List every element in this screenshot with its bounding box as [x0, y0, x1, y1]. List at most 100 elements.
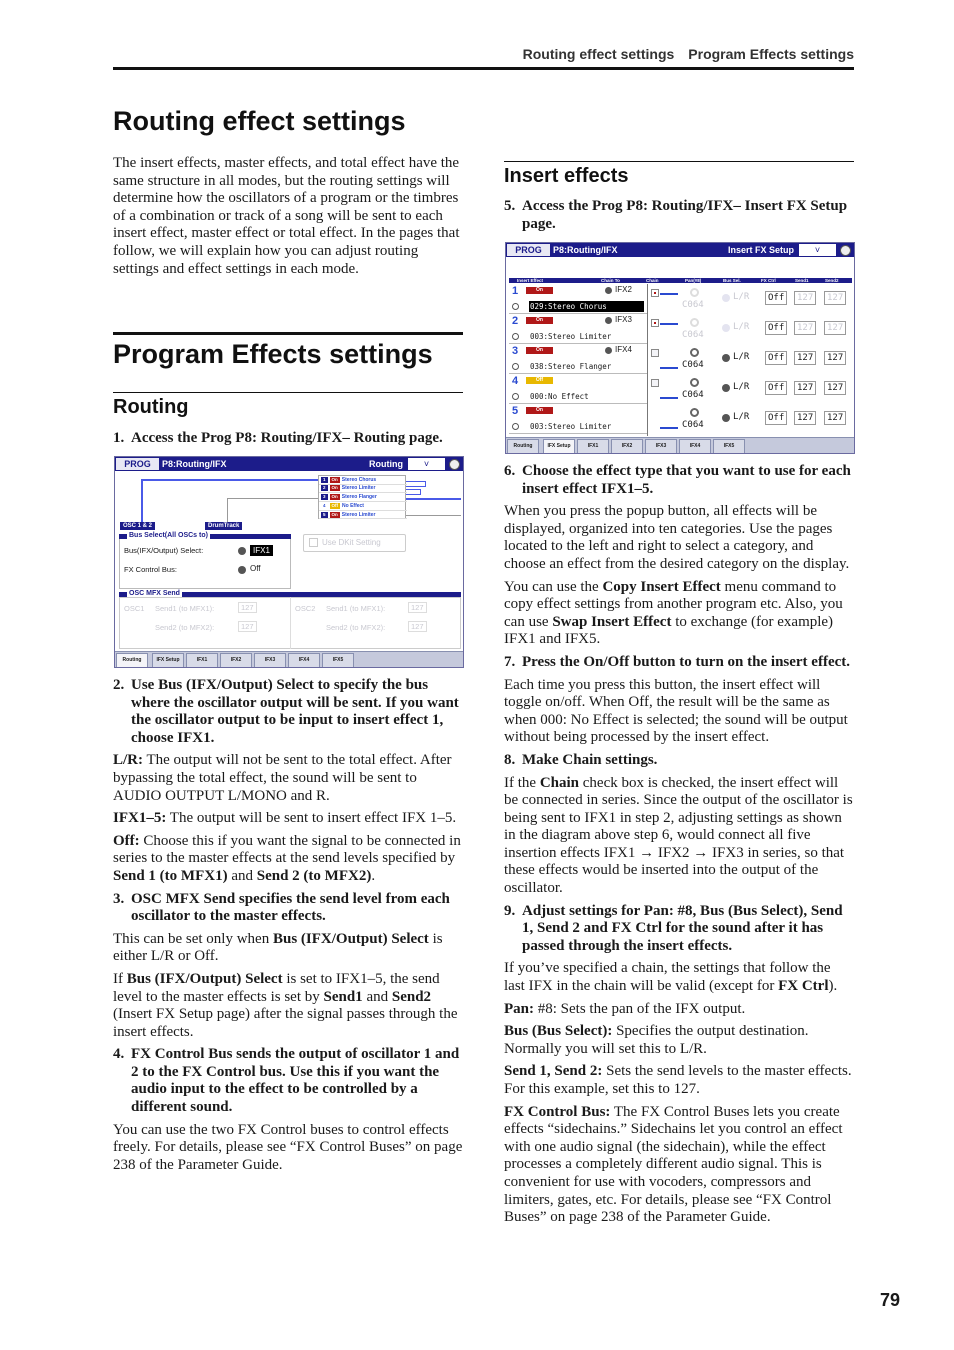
effect-list-row[interactable]: 2 On Stereo Limiter	[319, 485, 407, 494]
send2-value[interactable]: 127	[824, 321, 847, 335]
send1-value[interactable]: 127	[794, 411, 817, 425]
effect-list-row[interactable]: 1 On Stereo Chorus	[319, 476, 407, 485]
effect-type-select[interactable]: 038:Stereo Flanger	[529, 361, 644, 372]
tab-ifx5[interactable]: IFX5	[322, 653, 354, 667]
bus-popup-icon[interactable]	[722, 354, 730, 362]
on-off-button[interactable]: On	[526, 287, 553, 294]
pan-value[interactable]: C064	[682, 300, 704, 310]
chain-to-value[interactable]: IFX3	[615, 315, 632, 324]
popup-icon[interactable]	[605, 317, 612, 324]
tab-ifx2[interactable]: IFX2	[220, 653, 252, 667]
bus-select-value[interactable]: IFX1	[250, 545, 273, 556]
effect-popup-icon[interactable]	[512, 303, 519, 310]
effect-type-select[interactable]: 003:Stereo Limiter	[529, 331, 644, 342]
osc1-send2-value[interactable]: 127	[238, 621, 257, 632]
pan-value[interactable]: C064	[682, 330, 704, 340]
effect-type-select[interactable]: 003:Stereo Limiter	[529, 421, 644, 432]
tab-ifx1[interactable]: IFX1	[186, 653, 218, 667]
popup-icon[interactable]	[605, 287, 612, 294]
effect-type-select[interactable]: 029:Stereo Chorus	[529, 301, 644, 312]
effect-state[interactable]: On	[329, 485, 340, 492]
tab-ifx5[interactable]: IFX5	[713, 439, 745, 453]
use-dkit-setting-checkbox[interactable]: Use DKit Setting	[303, 534, 406, 552]
tab-ifx2[interactable]: IFX2	[611, 439, 643, 453]
on-off-button[interactable]: Off	[526, 377, 553, 384]
bus-select-value[interactable]: L/R	[733, 382, 749, 392]
tab-routing[interactable]: Routing	[116, 653, 148, 667]
fx-ctrl-value[interactable]: Off	[765, 321, 788, 335]
chain-checkbox[interactable]	[651, 349, 659, 357]
fx-ctrl-value[interactable]: Off	[765, 381, 788, 395]
on-off-button[interactable]: On	[526, 407, 553, 414]
on-off-button[interactable]: On	[526, 317, 553, 324]
chain-to-value[interactable]: IFX2	[615, 285, 632, 294]
chain-checkbox[interactable]	[651, 289, 659, 297]
fx-control-bus-value[interactable]: Off	[250, 564, 261, 573]
pan-value[interactable]: C064	[682, 420, 704, 430]
pan-knob-icon[interactable]	[690, 378, 699, 387]
effect-list[interactable]: 1 On Stereo Chorus 2 On Stereo Limiter 3 On Ster…	[318, 475, 407, 520]
send2-value[interactable]: 127	[824, 411, 847, 425]
page-menu-button[interactable]: ˅	[408, 458, 445, 470]
tab-routing[interactable]: Routing	[507, 439, 539, 453]
effect-type-select[interactable]: 000:No Effect	[529, 391, 644, 402]
osc2-send1-value[interactable]: 127	[408, 602, 427, 613]
tab-ifx-setup[interactable]: IFX Setup	[543, 439, 575, 453]
pan-value[interactable]: C064	[682, 390, 704, 400]
tab-ifx3[interactable]: IFX3	[254, 653, 286, 667]
send2-value[interactable]: 127	[824, 351, 847, 365]
effect-popup-icon[interactable]	[512, 363, 519, 370]
pan-knob-icon[interactable]	[690, 318, 699, 327]
bus-popup-icon[interactable]	[722, 324, 730, 332]
popup-icon[interactable]	[605, 347, 612, 354]
pan-knob-icon[interactable]	[690, 348, 699, 357]
effect-state[interactable]: On	[329, 511, 340, 518]
tab-ifx3[interactable]: IFX3	[645, 439, 677, 453]
bus-popup-icon[interactable]	[722, 384, 730, 392]
tab-ifx1[interactable]: IFX1	[577, 439, 609, 453]
tab-ifx4[interactable]: IFX4	[679, 439, 711, 453]
chain-checkbox[interactable]	[651, 379, 659, 387]
chain-checkbox[interactable]	[651, 319, 659, 327]
send1-value[interactable]: 127	[794, 351, 817, 365]
popup-icon[interactable]	[238, 547, 246, 555]
send1-value[interactable]: 127	[794, 321, 817, 335]
bus-popup-icon[interactable]	[722, 414, 730, 422]
send1-value[interactable]: 127	[794, 381, 817, 395]
bus-select-value[interactable]: L/R	[733, 322, 749, 332]
chain-to-value[interactable]: IFX4	[615, 345, 632, 354]
bus-select-value[interactable]: L/R	[733, 412, 749, 422]
effect-popup-icon[interactable]	[512, 423, 519, 430]
popup-icon[interactable]	[238, 566, 246, 574]
column-header: Chain To	[601, 277, 620, 283]
tab-ifx-setup[interactable]: IFX Setup	[152, 653, 184, 667]
timer-icon	[449, 459, 460, 470]
effect-list-row[interactable]: 3 On Stereo Flanger	[319, 493, 407, 502]
pan-knob-icon[interactable]	[690, 408, 699, 417]
page-menu-button[interactable]: ˅	[799, 244, 836, 256]
ifx-number: 3	[512, 345, 519, 357]
send1-value[interactable]: 127	[794, 291, 817, 305]
effect-state[interactable]: On	[329, 494, 340, 501]
effect-list-row[interactable]: 5 On Stereo Limiter	[319, 511, 407, 520]
bus-popup-icon[interactable]	[722, 294, 730, 302]
send2-value[interactable]: 127	[824, 381, 847, 395]
osc1-send1-value[interactable]: 127	[238, 602, 257, 613]
effect-state[interactable]: On	[329, 476, 340, 483]
fx-ctrl-value[interactable]: Off	[765, 411, 788, 425]
pan-knob-icon[interactable]	[690, 288, 699, 297]
on-off-button[interactable]: On	[526, 347, 553, 354]
column-header: FX Ctrl	[761, 277, 776, 283]
effect-state[interactable]: Off	[329, 502, 341, 509]
bus-select-value[interactable]: L/R	[733, 292, 749, 302]
effect-popup-icon[interactable]	[512, 333, 519, 340]
fx-ctrl-value[interactable]: Off	[765, 291, 788, 305]
fx-ctrl-value[interactable]: Off	[765, 351, 788, 365]
effect-popup-icon[interactable]	[512, 393, 519, 400]
effect-list-row[interactable]: 4 Off No Effect	[319, 502, 407, 511]
pan-value[interactable]: C064	[682, 360, 704, 370]
tab-ifx4[interactable]: IFX4	[288, 653, 320, 667]
bus-select-value[interactable]: L/R	[733, 352, 749, 362]
osc2-send2-value[interactable]: 127	[408, 621, 427, 632]
send2-value[interactable]: 127	[824, 291, 847, 305]
